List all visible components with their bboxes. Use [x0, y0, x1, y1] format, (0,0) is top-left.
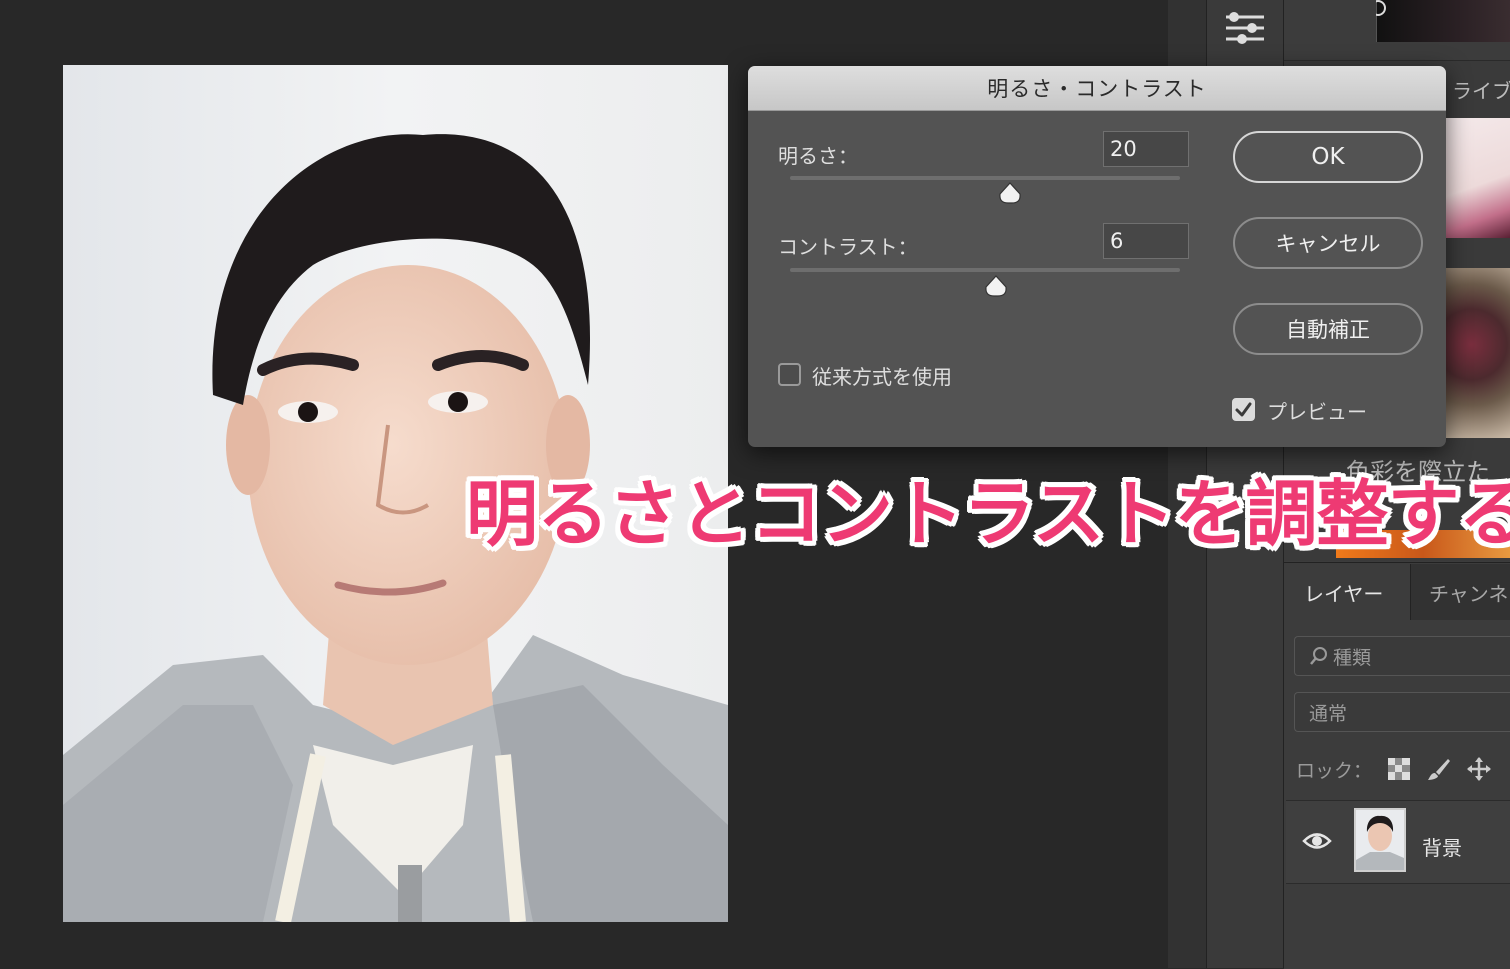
legacy-checkbox[interactable]: [778, 363, 801, 386]
cancel-button[interactable]: キャンセル: [1233, 217, 1423, 269]
brightness-input[interactable]: 20: [1103, 131, 1189, 167]
lock-label: ロック：: [1296, 759, 1373, 782]
layer-name: 背景: [1422, 836, 1462, 860]
preview-checkbox[interactable]: [1232, 398, 1255, 421]
lock-row: ロック：: [1296, 752, 1510, 786]
layer-filter-field[interactable]: 種類: [1294, 636, 1510, 676]
move-lock-icon[interactable]: [1466, 756, 1492, 782]
layer-thumbnail: [1354, 808, 1406, 872]
library-image-flowers-pink[interactable]: [1446, 118, 1510, 238]
adjustments-icon[interactable]: [1222, 8, 1268, 46]
contrast-slider-track[interactable]: [790, 268, 1180, 272]
tab-layers[interactable]: レイヤー: [1286, 564, 1410, 620]
library-panel-label: ライブ: [1452, 79, 1510, 103]
search-icon: [1310, 647, 1327, 665]
brightness-contrast-dialog: 明るさ・コントラスト 明るさ： 20 コントラスト： 6 従来方式を使用 OK …: [748, 66, 1446, 447]
library-image-flowers-bouquet[interactable]: [1446, 268, 1510, 438]
checkerboard-lock-icon[interactable]: [1386, 756, 1412, 782]
dialog-title: 明るさ・コントラスト: [987, 77, 1207, 101]
blend-mode-value: 通常: [1309, 702, 1348, 725]
overlay-caption: 明るさとコントラストを調整する: [466, 472, 1510, 556]
ok-button[interactable]: OK: [1233, 131, 1423, 183]
top-preview-thumbnail: [1376, 0, 1510, 42]
contrast-label: コントラスト：: [778, 235, 918, 259]
blend-mode-select[interactable]: 通常: [1294, 692, 1510, 732]
eye-icon[interactable]: [1302, 830, 1332, 852]
contrast-slider-thumb[interactable]: [984, 275, 1008, 297]
layer-filter-placeholder: 種類: [1333, 646, 1372, 669]
checkmark-icon: [1235, 402, 1252, 417]
brightness-slider-thumb[interactable]: [998, 182, 1022, 204]
brightness-slider-track[interactable]: [790, 176, 1180, 180]
contrast-input[interactable]: 6: [1103, 223, 1189, 259]
preview-label: プレビュー: [1267, 400, 1367, 424]
legacy-label: 従来方式を使用: [812, 365, 952, 389]
dialog-titlebar[interactable]: 明るさ・コントラスト: [748, 66, 1446, 111]
tab-channels[interactable]: チャンネ: [1410, 564, 1510, 620]
auto-button[interactable]: 自動補正: [1233, 303, 1423, 355]
brush-lock-icon[interactable]: [1426, 756, 1452, 782]
brightness-label: 明るさ：: [778, 144, 858, 168]
